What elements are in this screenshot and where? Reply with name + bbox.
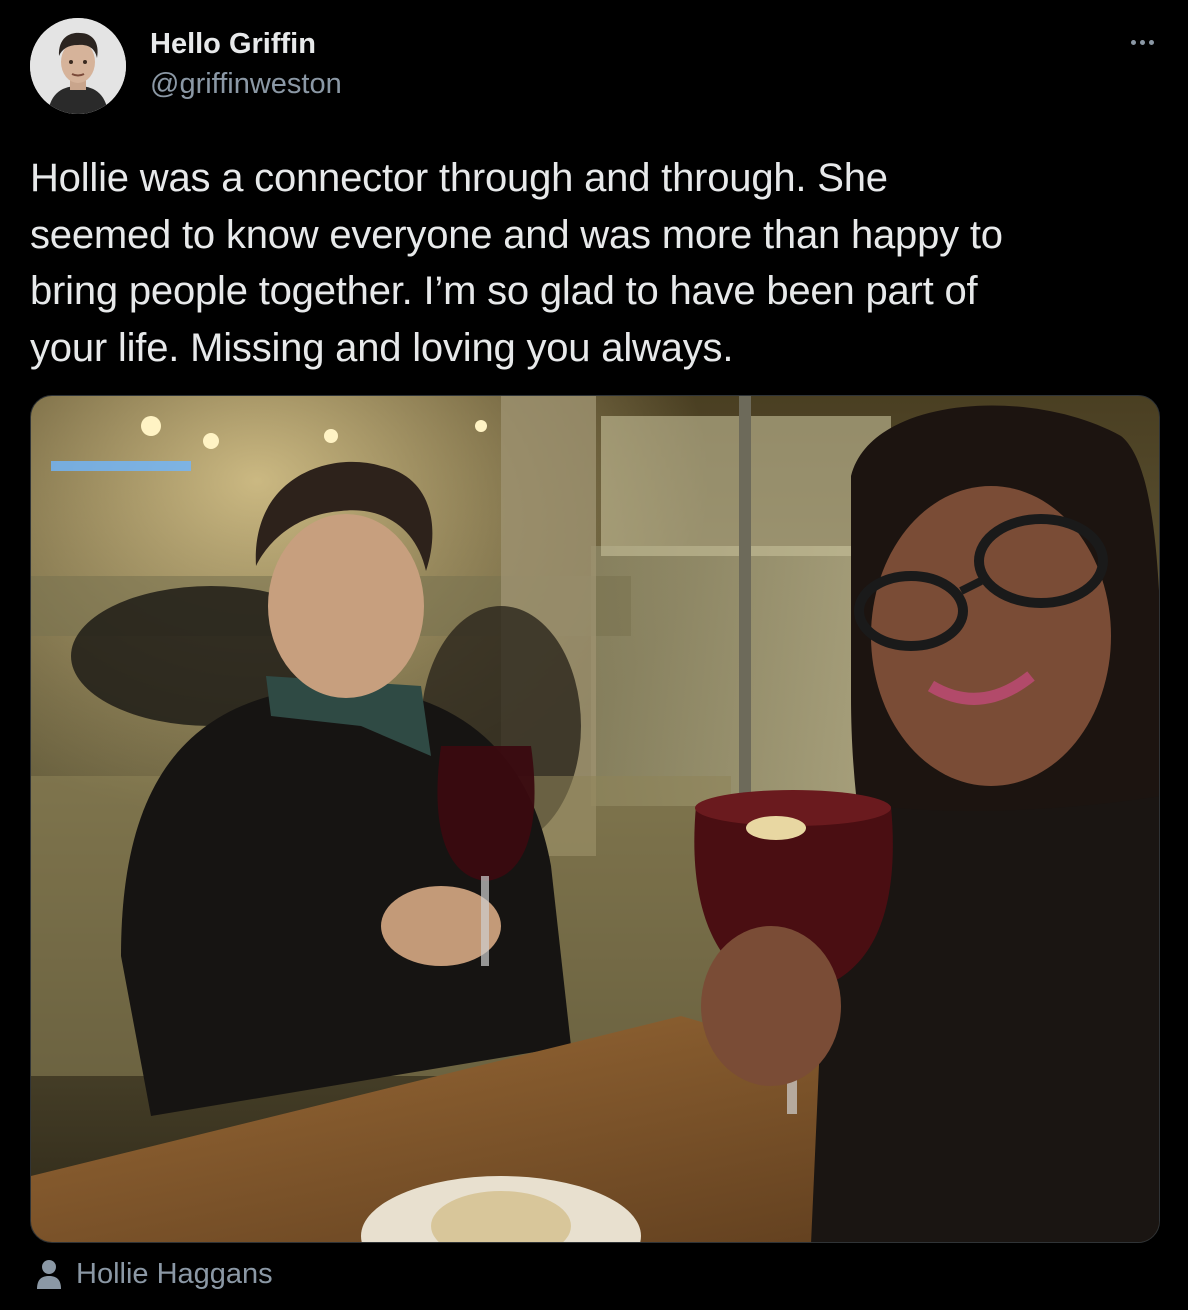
- person-icon: [37, 1260, 61, 1289]
- display-name[interactable]: Hello Griffin: [150, 26, 316, 62]
- more-options-button[interactable]: [1122, 28, 1162, 56]
- user-handle[interactable]: @griffinweston: [150, 66, 342, 102]
- avatar[interactable]: [30, 18, 126, 114]
- avatar-photo-icon: [30, 18, 126, 114]
- tagged-user-name[interactable]: Hollie Haggans: [76, 1258, 273, 1291]
- tweet-text: Hollie was a connector through and throu…: [30, 156, 1003, 370]
- tweet: Hello Griffin @griffinweston Hollie was …: [0, 0, 1188, 1310]
- more-dots-icon: [1148, 39, 1154, 45]
- more-dots-icon: [1130, 39, 1136, 45]
- tagged-user[interactable]: Hollie Haggans: [36, 1254, 273, 1294]
- tweet-photo[interactable]: [30, 395, 1160, 1243]
- more-dots-icon: [1139, 39, 1145, 45]
- photo-icon: [31, 396, 1159, 1242]
